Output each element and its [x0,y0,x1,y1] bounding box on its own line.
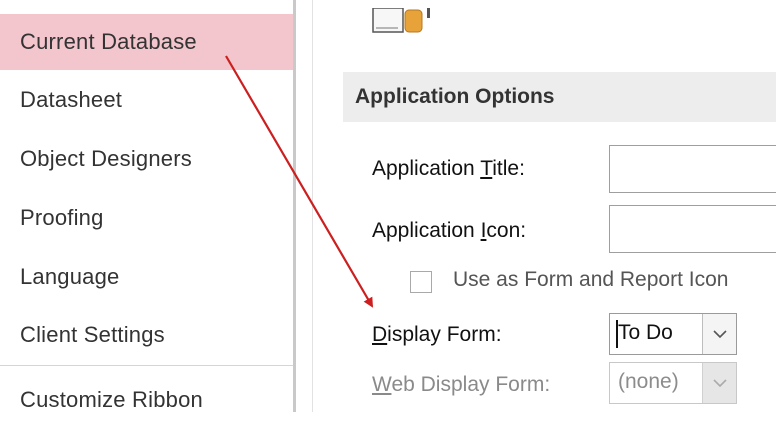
sidebar-item-label: Current Database [20,29,197,54]
section-header-application-options: Application Options [343,72,776,122]
application-icon-input[interactable] [609,205,776,253]
sidebar-divider [293,0,296,412]
sidebar-item-label: Client Settings [20,322,165,347]
sidebar-item-client-settings[interactable]: Client Settings [0,307,293,363]
sidebar-item-proofing[interactable]: Proofing [0,190,293,246]
sidebar-item-current-database[interactable]: Current Database [0,14,293,70]
display-form-value: To Do [618,321,673,344]
application-title-input[interactable] [609,145,776,193]
display-form-dropdown-button[interactable] [702,314,736,354]
sidebar-item-object-designers[interactable]: Object Designers [0,131,293,187]
display-form-label: Display Form: [372,323,502,346]
web-display-form-select[interactable]: (none) [609,362,737,404]
options-sidebar: Current Database Datasheet Object Design… [0,0,293,412]
chevron-down-icon [712,329,727,338]
use-as-form-report-icon-checkbox[interactable] [410,271,432,293]
application-icon-label: Application Icon: [372,219,527,242]
sidebar-item-label: Customize Ribbon [20,387,203,412]
sidebar-item-label: Language [20,264,120,289]
web-display-form-value: (none) [618,370,679,393]
database-icon [372,8,430,33]
sidebar-item-label: Proofing [20,205,104,230]
sidebar-item-language[interactable]: Language [0,249,293,305]
sidebar-item-label: Object Designers [20,146,192,171]
application-title-label: Application Title: [372,157,525,180]
web-display-form-dropdown-button[interactable] [702,363,736,403]
sidebar-item-customize-ribbon[interactable]: Customize Ribbon [0,372,293,428]
section-title: Application Options [355,85,555,108]
chevron-down-icon [712,378,727,387]
panel-border [312,0,313,412]
web-display-form-label: Web Display Form: [372,373,551,396]
sidebar-item-label: Datasheet [20,87,123,112]
display-form-select[interactable]: To Do [609,313,737,355]
sidebar-separator [0,365,293,366]
use-as-form-report-icon-label: Use as Form and Report Icon [453,268,729,291]
sidebar-item-datasheet[interactable]: Datasheet [0,72,293,128]
